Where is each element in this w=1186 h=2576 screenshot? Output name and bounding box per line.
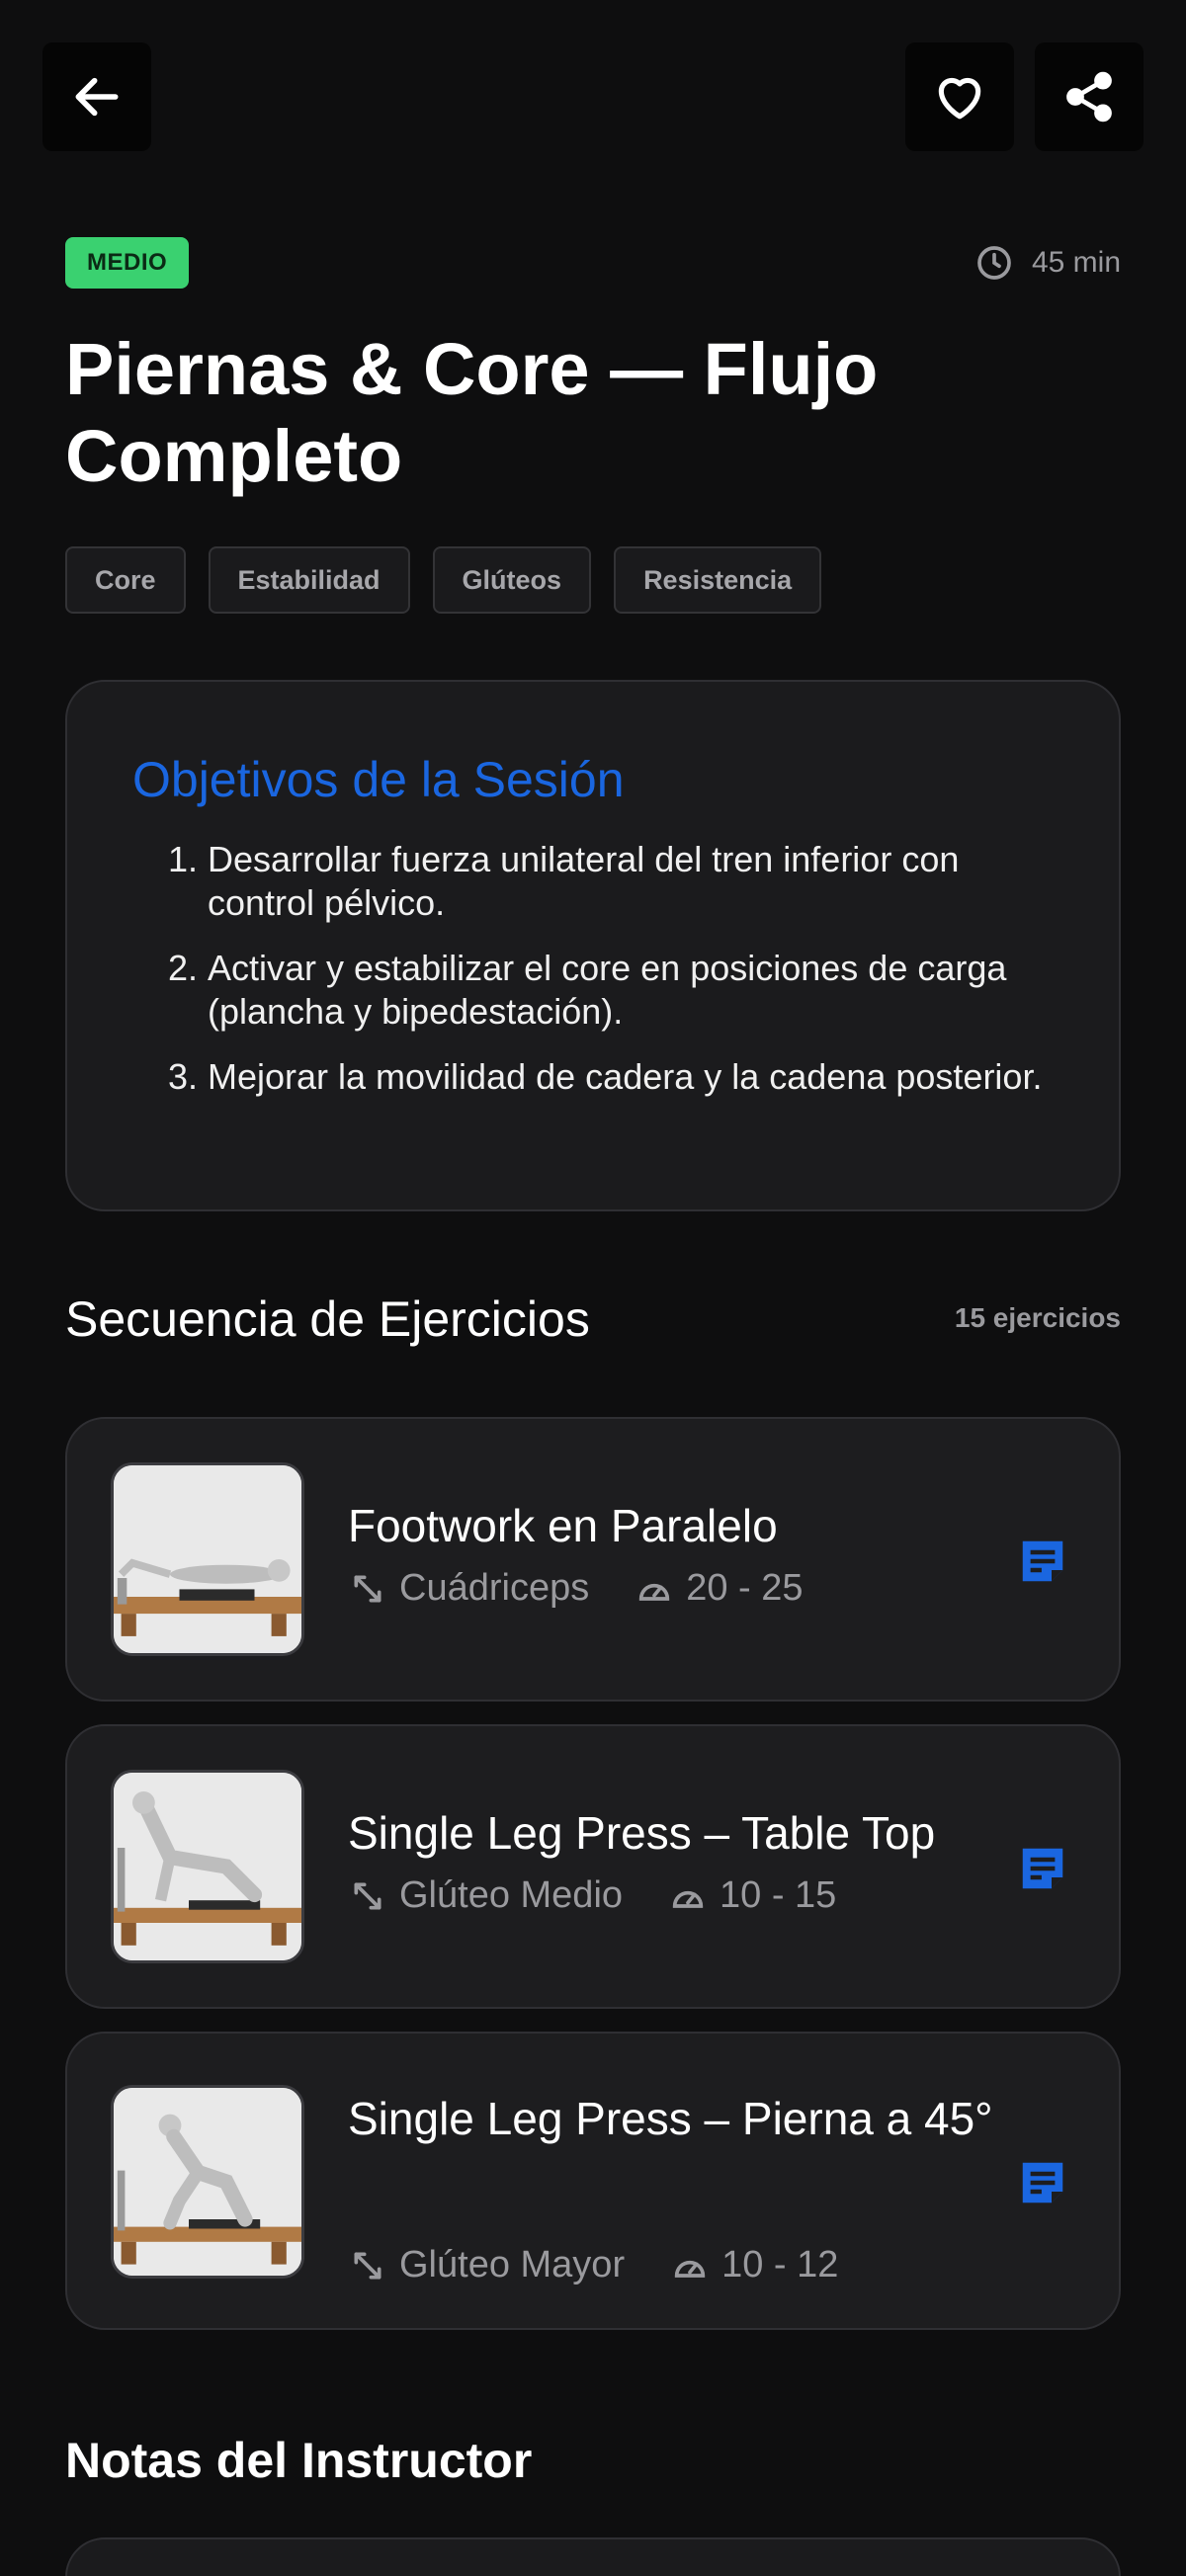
reformer-image bbox=[114, 1465, 301, 1653]
reformer-image bbox=[114, 2088, 301, 2276]
objectives-title: Objetivos de la Sesión bbox=[132, 752, 625, 807]
exercise-card[interactable]: Single Leg Press – Table Top Glúteo Medi… bbox=[65, 1724, 1121, 2009]
reformer-image bbox=[114, 1773, 301, 1960]
objective-number: 1. bbox=[167, 839, 198, 879]
tag[interactable]: Core bbox=[65, 546, 186, 614]
muscle-icon bbox=[354, 1575, 381, 1602]
muscle-icon bbox=[354, 2252, 381, 2279]
exercise-card[interactable]: Single Leg Press – Pierna a 45° Glúteo M… bbox=[65, 2032, 1121, 2330]
notes-title: Notas del Instructor bbox=[65, 2433, 533, 2488]
tag[interactable]: Glúteos bbox=[432, 546, 592, 614]
note-icon[interactable] bbox=[1016, 1842, 1069, 1895]
back-button[interactable] bbox=[42, 42, 151, 151]
clock-icon bbox=[977, 246, 1011, 280]
favorite-button[interactable] bbox=[905, 42, 1014, 151]
sequence-title: Secuencia de Ejercicios bbox=[65, 1291, 590, 1347]
tag[interactable]: Estabilidad bbox=[208, 546, 410, 614]
tag[interactable]: Resistencia bbox=[614, 546, 822, 614]
heart-icon bbox=[938, 77, 981, 120]
exercise-meta: Glúteo Mayor 10 - 12 bbox=[348, 2244, 884, 2286]
duration: 45 min bbox=[974, 237, 1121, 289]
objective-number: 2. bbox=[167, 948, 198, 988]
exercise-card[interactable]: Footwork en Paralelo Cuádriceps 20 - 25 bbox=[65, 1417, 1121, 1702]
tag-list: Core Estabilidad Glúteos Resistencia bbox=[65, 546, 822, 614]
gauge-icon bbox=[672, 1890, 704, 1908]
gauge-icon bbox=[674, 2260, 706, 2278]
muscle-icon bbox=[354, 1882, 381, 1909]
level-badge: MEDIO bbox=[65, 237, 190, 289]
exercise-count: 15 ejercicios bbox=[954, 1302, 1121, 1333]
exercise-muscle: Cuádriceps bbox=[399, 1567, 590, 1609]
note-icon[interactable] bbox=[1016, 2156, 1069, 2209]
exercise-meta: Cuádriceps 20 - 25 bbox=[348, 1567, 849, 1610]
exercise-reps: 10 - 12 bbox=[721, 2244, 839, 2285]
objectives-card: Objetivos de la Sesión 1. Desarrollar fu… bbox=[65, 680, 1121, 1211]
top-bar bbox=[42, 42, 1144, 151]
note-icon[interactable] bbox=[1016, 1535, 1069, 1588]
session-meta: MEDIO 45 min bbox=[65, 237, 1121, 289]
objective-number: 3. bbox=[167, 1056, 198, 1097]
exercise-name: Single Leg Press – Table Top bbox=[348, 1807, 936, 1859]
exercise-name: Footwork en Paralelo bbox=[348, 1500, 778, 1551]
exercise-name: Single Leg Press – Pierna a 45° bbox=[348, 2093, 993, 2144]
share-button[interactable] bbox=[1035, 42, 1144, 151]
arrow-left-icon bbox=[75, 77, 119, 117]
duration-text: 45 min bbox=[1031, 246, 1121, 279]
objective-item: 2. Activar y estabilizar el core en posi… bbox=[132, 947, 1054, 1034]
gauge-icon bbox=[639, 1583, 670, 1601]
page-title: Piernas & Core — Flujo Completo bbox=[65, 328, 879, 497]
exercise-reps: 20 - 25 bbox=[686, 1567, 804, 1609]
exercise-thumbnail bbox=[111, 2085, 304, 2279]
notes-card bbox=[65, 2537, 1121, 2576]
objective-text: Activar y estabilizar el core en posicio… bbox=[208, 948, 1007, 1032]
exercise-muscle: Glúteo Medio bbox=[399, 1874, 624, 1916]
objective-item: 3. Mejorar la movilidad de cadera y la c… bbox=[132, 1055, 1054, 1099]
objective-item: 1. Desarrollar fuerza unilateral del tre… bbox=[132, 838, 1054, 925]
exercise-muscle: Glúteo Mayor bbox=[399, 2244, 626, 2285]
exercise-thumbnail bbox=[111, 1462, 304, 1656]
objective-text: Desarrollar fuerza unilateral del tren i… bbox=[208, 839, 960, 923]
objective-text: Mejorar la movilidad de cadera y la cade… bbox=[208, 1056, 1043, 1097]
objectives-list: 1. Desarrollar fuerza unilateral del tre… bbox=[132, 838, 1054, 1099]
exercise-thumbnail bbox=[111, 1770, 304, 1963]
exercise-meta: Glúteo Medio 10 - 15 bbox=[348, 1874, 882, 1917]
sequence-header: Secuencia de Ejercicios 15 ejercicios bbox=[65, 1285, 1121, 1354]
share-icon bbox=[1066, 71, 1112, 123]
exercise-reps: 10 - 15 bbox=[720, 1874, 837, 1916]
